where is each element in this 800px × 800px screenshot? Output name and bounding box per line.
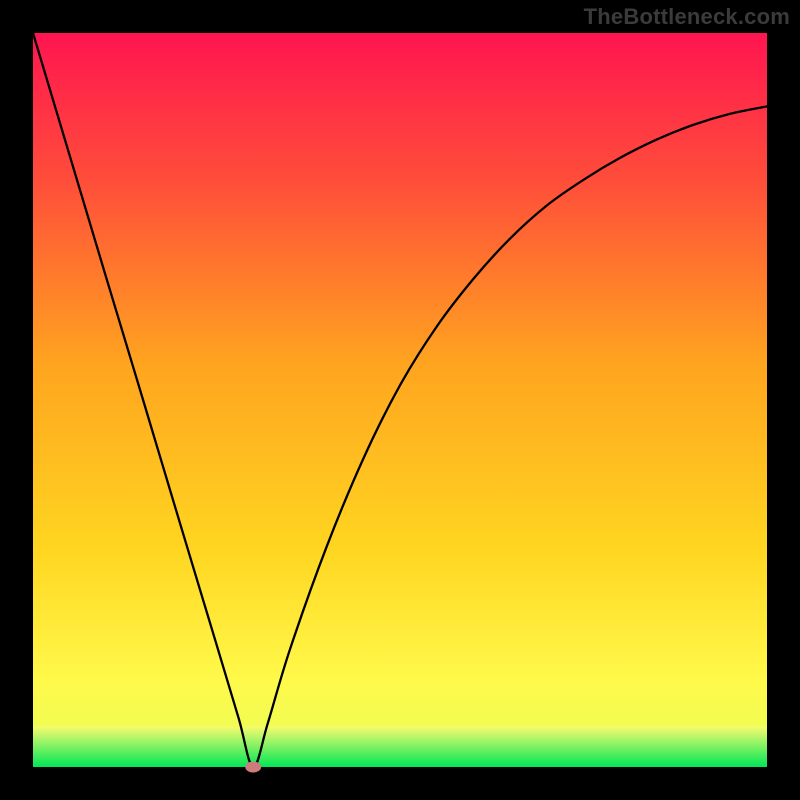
chart-svg xyxy=(0,0,800,800)
marker-dot xyxy=(245,762,261,773)
watermark-text: TheBottleneck.com xyxy=(584,4,790,30)
green-band xyxy=(33,727,767,767)
chart-frame: TheBottleneck.com xyxy=(0,0,800,800)
